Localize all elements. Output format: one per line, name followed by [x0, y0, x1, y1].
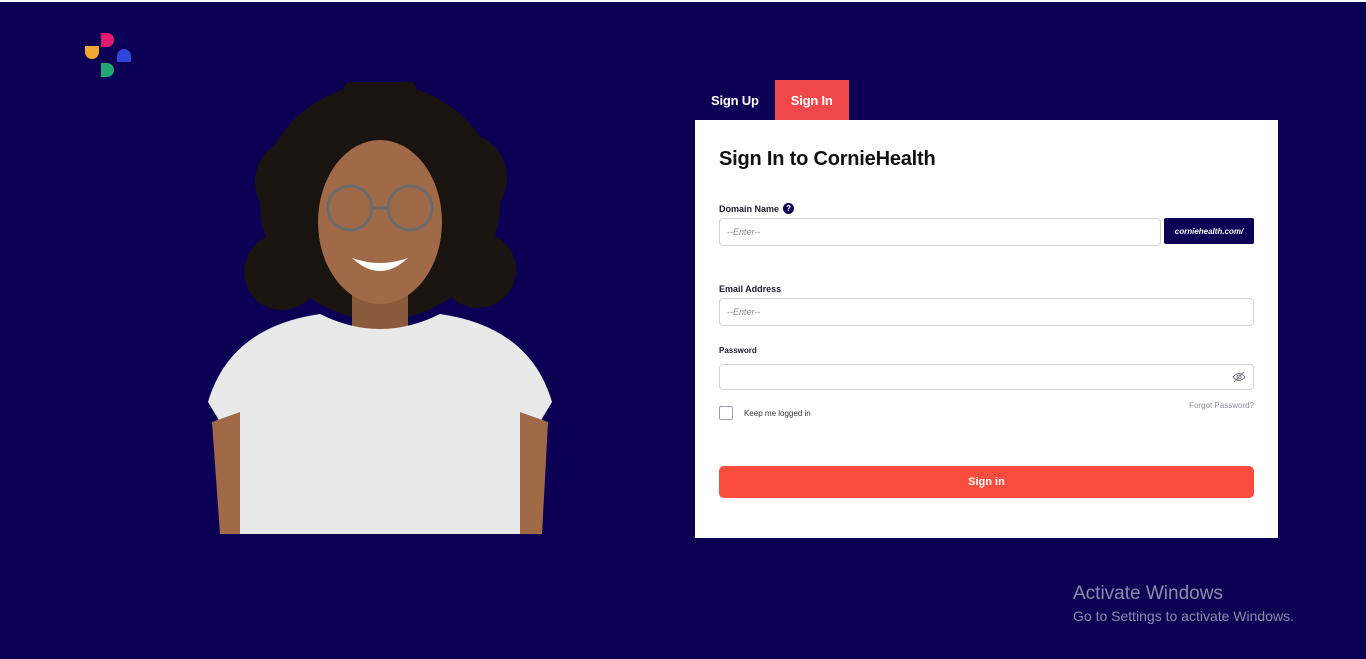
question-circle-icon[interactable]: ?	[783, 203, 795, 214]
email-input[interactable]	[719, 298, 1254, 326]
sign-in-button[interactable]: Sign in	[719, 466, 1254, 498]
windows-activation-watermark: Activate Windows Go to Settings to activ…	[1073, 583, 1294, 624]
auth-tabs: Sign Up Sign In	[695, 80, 849, 120]
woman-portrait-image	[208, 82, 552, 534]
password-label: Password	[719, 346, 757, 355]
keep-logged-in-checkbox[interactable]	[719, 406, 733, 420]
form-title: Sign In to CornieHealth	[719, 148, 936, 170]
forgot-password-link[interactable]: Forgot Password?	[1189, 401, 1254, 410]
keep-logged-in-label: Keep me logged in	[744, 409, 811, 418]
email-address-label: Email Address	[719, 284, 782, 294]
domain-name-label: Domain Name ?	[719, 203, 795, 214]
watermark-title: Activate Windows	[1073, 583, 1223, 604]
domain-suffix-badge: corniehealth.com/	[1164, 218, 1254, 244]
eye-slash-icon[interactable]	[1232, 371, 1246, 383]
password-input[interactable]	[719, 364, 1254, 390]
page-background: Sign Up Sign In Sign In to CornieHealth …	[0, 2, 1366, 659]
sign-in-card: Sign In to CornieHealth Domain Name ? co…	[695, 120, 1278, 538]
tab-sign-in[interactable]: Sign In	[774, 80, 849, 120]
domain-name-input[interactable]	[719, 218, 1161, 246]
cornie-logo-icon	[85, 33, 131, 77]
tab-sign-up[interactable]: Sign Up	[695, 80, 775, 120]
watermark-subtitle: Go to Settings to activate Windows.	[1073, 608, 1294, 624]
